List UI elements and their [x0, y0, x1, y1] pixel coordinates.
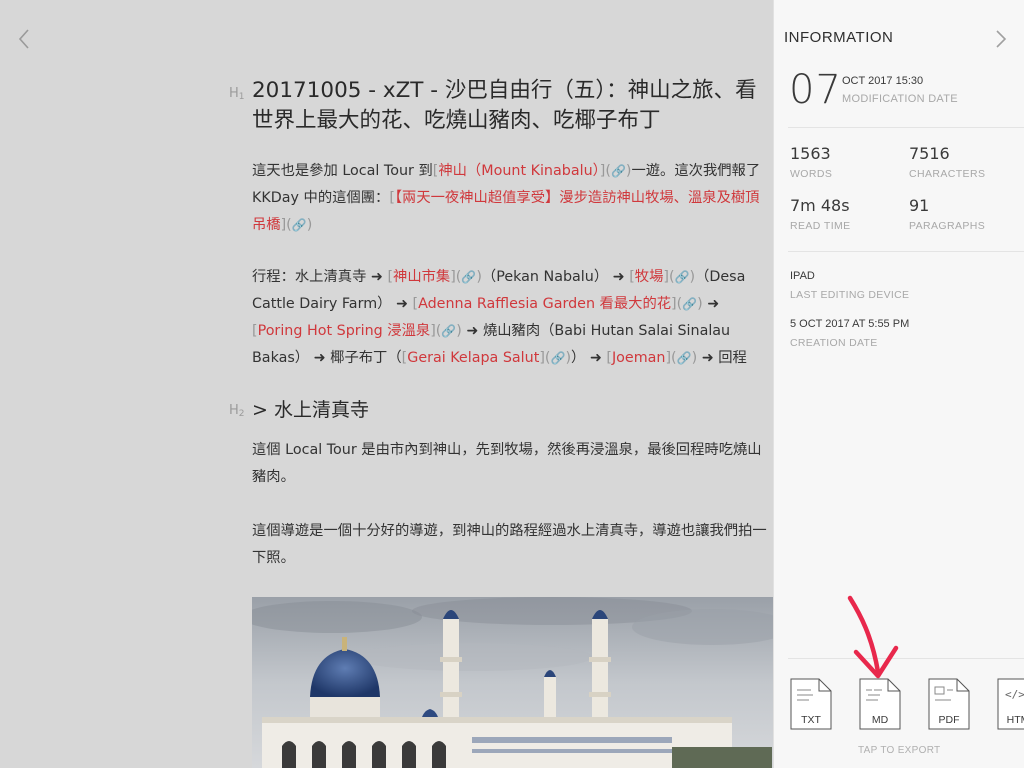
paragraphs-count: 91 [909, 196, 930, 215]
words-label: WORDS [790, 168, 833, 180]
read-time-label: READ TIME [790, 220, 851, 232]
paragraph-itinerary[interactable]: 行程：水上清真寺 ➜ [神山市集](🔗)（Pekan Nabalu） ➜ [牧場… [252, 264, 767, 372]
export-html-button[interactable]: </> HTM [996, 678, 1024, 730]
export-pdf-button[interactable]: PDF [927, 678, 971, 730]
link-chain-icon[interactable]: 🔗 [461, 270, 476, 284]
back-chevron-icon[interactable] [14, 26, 36, 52]
h2-marker: H2 [229, 403, 245, 419]
export-html-label: HTM [1006, 714, 1024, 726]
link-dairy-farm[interactable]: 牧場 [635, 269, 664, 285]
link-rafflesia-garden[interactable]: Adenna Rafflesia Garden 看最大的花 [418, 296, 671, 312]
modification-date-label: MODIFICATION DATE [842, 93, 958, 105]
link-mount-kinabalu[interactable]: 神山（Mount Kinabalu） [438, 163, 599, 179]
editor-pane[interactable]: H1 20171005 - xZT - 沙巴自由行（五）：神山之旅、看世界上最大… [0, 0, 773, 768]
forward-chevron-icon[interactable] [992, 28, 1010, 50]
characters-count: 7516 [909, 144, 950, 163]
creation-date-label: CREATION DATE [790, 337, 878, 349]
paragraphs-label: PARAGRAPHS [909, 220, 986, 232]
link-chain-icon[interactable]: 🔗 [675, 270, 690, 284]
link-chain-icon[interactable]: 🔗 [550, 351, 565, 365]
modification-datetime: OCT 2017 15:30 [842, 75, 924, 87]
link-chain-icon[interactable]: 🔗 [677, 351, 692, 365]
export-txt-button[interactable]: TXT [789, 678, 833, 730]
info-panel-title: INFORMATION [784, 29, 894, 46]
link-pekan-nabalu[interactable]: 神山市集 [393, 269, 450, 285]
link-joeman[interactable]: Joeman [612, 350, 666, 366]
divider [788, 127, 1024, 128]
annotation-arrow-icon [838, 592, 908, 692]
modification-day: 07 [789, 67, 842, 113]
last-device-value: IPAD [790, 270, 815, 282]
document-title[interactable]: 20171005 - xZT - 沙巴自由行（五）：神山之旅、看世界上最大的花、… [252, 76, 767, 136]
export-txt-label: TXT [801, 714, 821, 726]
h1-marker: H1 [229, 86, 245, 102]
creation-date-value: 5 OCT 2017 AT 5:55 PM [790, 318, 910, 330]
link-chain-icon[interactable]: 🔗 [292, 218, 307, 232]
mosque-photo [252, 597, 773, 768]
tap-to-export-hint: TAP TO EXPORT [858, 745, 941, 756]
words-count: 1563 [790, 144, 831, 163]
link-chain-icon[interactable]: 🔗 [441, 324, 456, 338]
export-pdf-label: PDF [938, 714, 960, 726]
link-chain-icon[interactable]: 🔗 [611, 164, 626, 178]
link-gerai-kelapa-salut[interactable]: Gerai Kelapa Salut [407, 350, 539, 366]
svg-text:</>: </> [1005, 688, 1024, 701]
divider [788, 251, 1024, 252]
read-time-value: 7m 48s [790, 196, 850, 215]
characters-label: CHARACTERS [909, 168, 986, 180]
link-chain-icon[interactable]: 🔗 [682, 297, 697, 311]
link-poring-hot-spring[interactable]: Poring Hot Spring 浸溫泉 [258, 323, 431, 339]
last-device-label: LAST EDITING DEVICE [790, 289, 910, 301]
export-md-label: MD [871, 714, 889, 726]
paragraph-tour-route[interactable]: 這個 Local Tour 是由市內到神山，先到牧場，然後再浸溫泉，最後回程時吃… [252, 437, 767, 491]
paragraph-intro[interactable]: 這天也是參加 Local Tour 到[神山（Mount Kinabalu）](… [252, 158, 767, 239]
paragraph-guide[interactable]: 這個導遊是一個十分好的導遊，到神山的路程經過水上清真寺，導遊也讓我們拍一下照。 [252, 518, 767, 572]
section-heading[interactable]: > 水上清真寺 [252, 397, 752, 423]
